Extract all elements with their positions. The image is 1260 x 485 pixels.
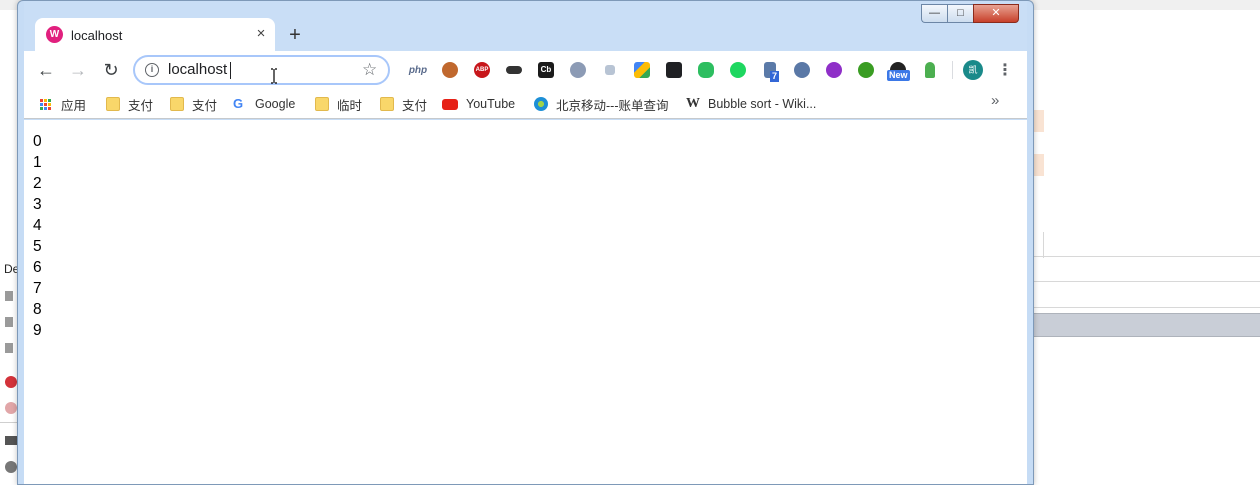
output-line: 7 [33,280,42,297]
tab-close-icon[interactable]: × [251,24,271,44]
output-line: 4 [33,217,42,234]
background-selected-row [1021,313,1260,337]
forward-button[interactable]: → [66,58,90,82]
folder-icon [380,97,394,111]
bookmarks-bar: 应用 支付 支付 G Google 临时 支付 YouTube 北京移动---账… [24,89,1027,119]
bug-extension-icon[interactable] [850,59,882,81]
wikipedia-icon: W [686,96,700,111]
tab-extension-icon[interactable] [658,59,690,81]
folder-icon [315,97,329,111]
bookmark-china-mobile[interactable]: 北京移动---账单查询 [534,95,669,113]
profile-avatar[interactable]: 凯 [963,60,983,80]
folder-icon [170,97,184,111]
network-extension-icon[interactable] [594,59,626,81]
bookmark-star-icon[interactable]: ☆ [362,60,377,80]
chrome-menu-icon[interactable]: ⋮ [995,60,1015,80]
extensions-area: php ABP Cb 7 New 凯 ⋮ [402,59,1015,82]
tab-localhost[interactable]: W localhost × [35,18,275,52]
bookmark-apps[interactable]: 应用 [40,95,86,113]
google-drive-extension-icon[interactable] [626,59,658,81]
output-line: 8 [33,301,42,318]
background-divider [1030,281,1260,282]
bookmark-label: 支付 [192,98,218,113]
bookmarks-overflow-icon[interactable]: » [991,92,999,109]
bookmark-google[interactable]: G Google [233,95,295,113]
back-button[interactable]: ← [34,58,58,82]
output-line: 5 [33,238,42,255]
tampermonkey-icon[interactable] [434,59,466,81]
spotify-icon[interactable] [722,59,754,81]
mask-extension-icon[interactable] [498,59,530,81]
maximize-button[interactable]: □ [947,4,973,23]
code-extension-icon[interactable] [818,59,850,81]
output-line: 1 [33,154,42,171]
list-extension-icon[interactable]: 7 [754,59,786,82]
bookmark-label: Google [255,97,296,111]
background-divider [1043,232,1044,258]
output-line: 3 [33,196,42,213]
address-bar[interactable]: i localhost ☆ [133,55,390,85]
output-line: 0 [33,133,42,150]
pause-icon [5,291,13,301]
bookmark-youtube[interactable]: YouTube [442,95,515,113]
wamp-favicon-icon: W [46,26,63,43]
background-divider [1030,307,1260,308]
bookmark-label: Bubble sort - Wiki... [708,97,817,111]
bookmark-label: YouTube [466,97,516,111]
bookmark-label: 北京移动---账单查询 [556,98,669,113]
cb-extension-icon[interactable]: Cb [530,59,562,81]
new-tab-button[interactable]: + [282,23,308,49]
badge-new: New [887,70,910,81]
reload-button[interactable]: ↻ [99,58,123,82]
background-divider [1030,256,1260,257]
apps-grid-icon [40,98,51,110]
output-line: 9 [33,322,42,339]
window-controls: — □ ✕ [921,4,1019,23]
number-output: 0 1 2 3 4 5 6 7 8 9 [33,131,42,341]
adblock-plus-icon[interactable]: ABP [466,59,498,81]
android-extension-icon[interactable] [914,59,946,81]
globe-extension-icon[interactable] [786,59,818,81]
bookmark-label: 支付 [402,98,428,113]
site-info-icon[interactable]: i [145,63,159,77]
bookmark-label: 支付 [128,98,154,113]
bookmark-label: 应用 [61,98,87,113]
google-icon: G [233,96,244,111]
browser-window: W localhost × + — □ ✕ ← → ↻ i localhost … [17,0,1034,485]
output-line: 6 [33,259,42,276]
badge-count: 7 [770,71,780,82]
php-extension-icon[interactable]: php [402,59,434,81]
record-icon [5,376,17,388]
output-line: 2 [33,175,42,192]
minimize-button[interactable]: — [921,4,947,23]
toolbar: ← → ↻ i localhost ☆ php ABP Cb 7 New 凯 ⋮ [24,51,1027,89]
folder-icon [106,97,120,111]
text-caret [230,62,231,79]
bookmark-folder-pay-3[interactable]: 支付 [380,95,427,113]
toolbar-separator [952,61,953,79]
pause-icon [5,343,13,353]
bookmark-folder-pay-2[interactable]: 支付 [170,95,217,113]
bookmark-folder-temp[interactable]: 临时 [315,95,362,113]
gear-icon [5,461,17,473]
china-mobile-icon [534,97,548,111]
url-text: localhost [168,61,228,78]
pause-icon [5,317,13,327]
layout-icon [5,436,17,445]
page-content: 0 1 2 3 4 5 6 7 8 9 [24,120,1027,484]
gear-extension-icon[interactable] [562,59,594,81]
bookmark-folder-pay-1[interactable]: 支付 [106,95,153,113]
disabled-record-icon [5,402,17,414]
speed-extension-icon[interactable]: New [882,59,914,81]
bookmark-wikipedia[interactable]: W Bubble sort - Wiki... [686,95,816,113]
title-bar: W localhost × + — □ ✕ [24,1,1027,52]
text-cursor-icon [271,68,277,84]
tab-title: localhost [71,28,123,43]
evernote-icon[interactable] [690,59,722,81]
youtube-icon [442,98,458,110]
bookmark-label: 临时 [337,98,363,113]
close-window-button[interactable]: ✕ [973,4,1019,23]
